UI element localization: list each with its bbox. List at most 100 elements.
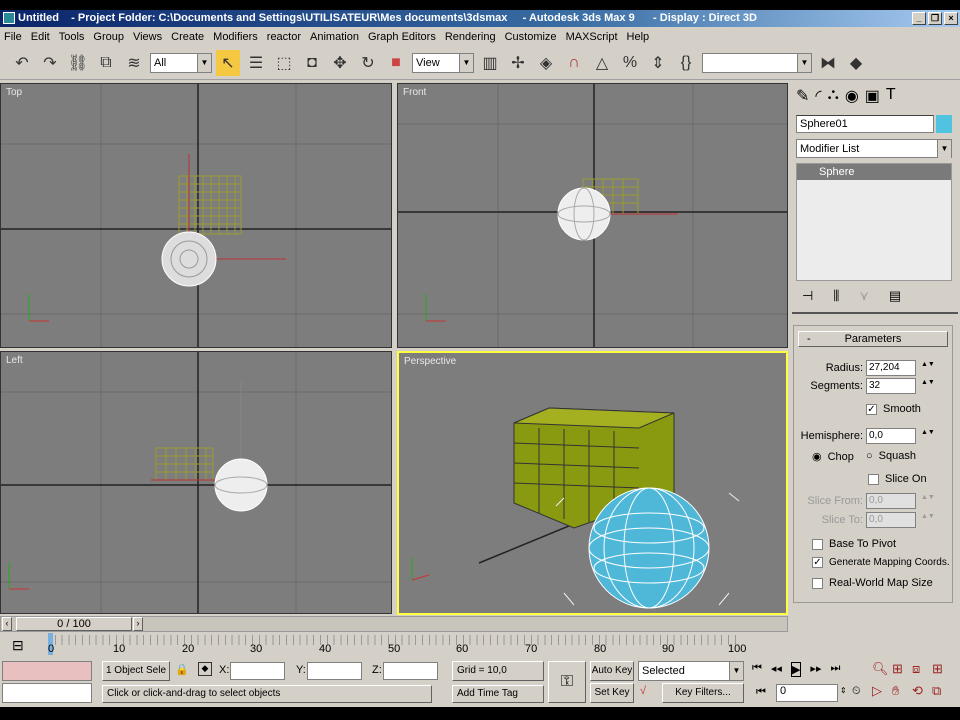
menu-group[interactable]: Group	[93, 31, 124, 43]
pin-stack-icon[interactable]: ⊣	[802, 288, 813, 304]
x-coordinate-field[interactable]	[230, 662, 285, 680]
restore-button[interactable]: ❐	[928, 12, 942, 25]
object-color-swatch[interactable]	[936, 115, 952, 133]
maxscript-listener-mini[interactable]	[2, 661, 92, 681]
pivot-center-icon[interactable]: ▥	[478, 50, 502, 76]
segments-spinner[interactable]: ▲▼	[921, 379, 935, 393]
lock-icon[interactable]: 🔒	[175, 663, 189, 676]
percent-snap-icon[interactable]: %	[618, 50, 642, 76]
key-mode-toggle-icon[interactable]: ⏮	[756, 686, 766, 699]
show-end-result-icon[interactable]: ⫼	[833, 288, 839, 304]
next-frame-icon[interactable]: ▸▸	[810, 662, 821, 677]
rectangular-selection-icon[interactable]: ⬚	[272, 50, 296, 76]
bind-space-warp-icon[interactable]: ≋	[122, 50, 146, 76]
minimize-button[interactable]: _	[912, 12, 926, 25]
menu-graph-editors[interactable]: Graph Editors	[368, 31, 436, 43]
viewport-perspective[interactable]: Perspective	[397, 351, 788, 615]
menu-help[interactable]: Help	[627, 31, 650, 43]
key-mode-dropdown[interactable]: Selected ▼	[638, 661, 744, 681]
slice-on-checkbox[interactable]: Slice On	[868, 473, 927, 485]
edit-named-selection-icon[interactable]: {}	[674, 50, 698, 76]
mirror-icon[interactable]: ⧓	[816, 50, 840, 76]
chop-radio[interactable]: ◉ Chop	[812, 450, 854, 464]
viewport-label-perspective[interactable]: Perspective	[404, 356, 456, 367]
hierarchy-tab-icon[interactable]: ⛬	[828, 86, 839, 106]
viewport-label-top[interactable]: Top	[6, 87, 22, 98]
add-time-tag-button[interactable]: Add Time Tag	[452, 685, 544, 703]
radius-input[interactable]: 27,204	[866, 360, 916, 376]
y-coordinate-field[interactable]	[307, 662, 362, 680]
angle-snap-icon[interactable]: △	[590, 50, 614, 76]
menu-edit[interactable]: Edit	[31, 31, 50, 43]
object-name-field[interactable]: Sphere01	[796, 115, 934, 133]
pan-icon[interactable]: ✋︎	[892, 683, 912, 699]
menu-file[interactable]: File	[4, 31, 22, 43]
field-of-view-icon[interactable]: ▷	[872, 683, 892, 699]
key-filters-button[interactable]: Key Filters...	[662, 683, 744, 703]
absolute-mode-icon[interactable]: ◆	[198, 662, 212, 676]
smooth-checkbox[interactable]: ✓ Smooth	[866, 403, 921, 415]
spinner-snap-icon[interactable]: ⇕	[646, 50, 670, 76]
hemisphere-spinner[interactable]: ▲▼	[921, 429, 935, 443]
window-crossing-icon[interactable]: ◘	[300, 50, 324, 76]
go-to-end-icon[interactable]: ⏭	[830, 662, 840, 677]
align-icon[interactable]: ◆	[844, 50, 868, 76]
menu-views[interactable]: Views	[133, 31, 162, 43]
keyboard-shortcut-toggle-icon[interactable]: ◈	[534, 50, 558, 76]
maxscript-input-mini[interactable]	[2, 683, 92, 703]
redo-icon[interactable]: ↷	[38, 50, 62, 76]
motion-tab-icon[interactable]: ◉	[845, 86, 859, 106]
selection-filter-dropdown[interactable]: All ▼	[150, 52, 212, 73]
parameters-rollout-header[interactable]: - Parameters	[798, 331, 948, 347]
configure-modifier-sets-icon[interactable]: ▤	[889, 288, 901, 304]
hemisphere-input[interactable]: 0,0	[866, 428, 916, 444]
menu-maxscript[interactable]: MAXScript	[566, 31, 618, 43]
current-frame-field[interactable]: 0	[776, 684, 838, 702]
menu-customize[interactable]: Customize	[505, 31, 557, 43]
zoom-extents-all-icon[interactable]: ⊞	[932, 661, 952, 677]
go-to-start-icon[interactable]: ⏮	[752, 662, 762, 677]
auto-key-button[interactable]: Auto Key	[590, 661, 634, 681]
radius-spinner[interactable]: ▲▼	[921, 361, 935, 375]
viewport-label-left[interactable]: Left	[6, 355, 23, 366]
previous-frame-icon[interactable]: ◂◂	[771, 662, 782, 677]
named-selection-dropdown[interactable]: ▼	[702, 52, 812, 73]
select-by-name-icon[interactable]: ☰	[244, 50, 268, 76]
base-to-pivot-checkbox[interactable]: Base To Pivot	[812, 538, 896, 550]
time-slider-prev[interactable]: ‹	[2, 617, 12, 631]
snap-toggle-icon[interactable]: ∩	[562, 50, 586, 76]
zoom-all-icon[interactable]: ⊞	[892, 661, 912, 677]
select-manipulate-icon[interactable]: ✢	[506, 50, 530, 76]
menu-tools[interactable]: Tools	[59, 31, 85, 43]
mini-curve-editor-icon[interactable]: ⊟	[12, 637, 24, 654]
close-button[interactable]: ×	[944, 12, 958, 25]
maximize-viewport-icon[interactable]: ⧉	[932, 683, 952, 699]
set-key-icon[interactable]: ⚿	[548, 661, 586, 703]
z-coordinate-field[interactable]	[383, 662, 438, 680]
arc-rotate-icon[interactable]: ⟲	[912, 683, 932, 699]
modify-tab-icon[interactable]: ◜	[815, 86, 821, 106]
viewport-front[interactable]: Front	[397, 83, 788, 348]
modifier-list-dropdown[interactable]: Modifier List ▼	[796, 139, 952, 158]
segments-input[interactable]: 32	[866, 378, 916, 394]
menu-animation[interactable]: Animation	[310, 31, 359, 43]
viewport-top[interactable]: Top	[0, 83, 392, 348]
zoom-icon[interactable]: 🔍︎	[872, 661, 892, 677]
rotate-icon[interactable]: ↻	[356, 50, 380, 76]
viewport-label-front[interactable]: Front	[403, 87, 426, 98]
ref-coord-dropdown[interactable]: View ▼	[412, 52, 474, 73]
undo-icon[interactable]: ↶	[10, 50, 34, 76]
menu-modifiers[interactable]: Modifiers	[213, 31, 258, 43]
menu-create[interactable]: Create	[171, 31, 204, 43]
set-key-button[interactable]: Set Key	[590, 683, 634, 703]
real-world-map-checkbox[interactable]: Real-World Map Size	[812, 577, 933, 589]
select-object-icon[interactable]: ↖	[216, 49, 240, 76]
scale-icon[interactable]: ■	[384, 50, 408, 76]
display-tab-icon[interactable]: ▣	[865, 86, 880, 106]
viewport-left[interactable]: Left	[0, 351, 392, 614]
unlink-icon[interactable]: ⧉	[94, 50, 118, 76]
utilities-tab-icon[interactable]: T	[886, 86, 896, 106]
zoom-extents-icon[interactable]: ⧈	[912, 661, 932, 677]
frame-spinner[interactable]: ⇕	[840, 686, 847, 695]
menu-reactor[interactable]: reactor	[267, 31, 301, 43]
